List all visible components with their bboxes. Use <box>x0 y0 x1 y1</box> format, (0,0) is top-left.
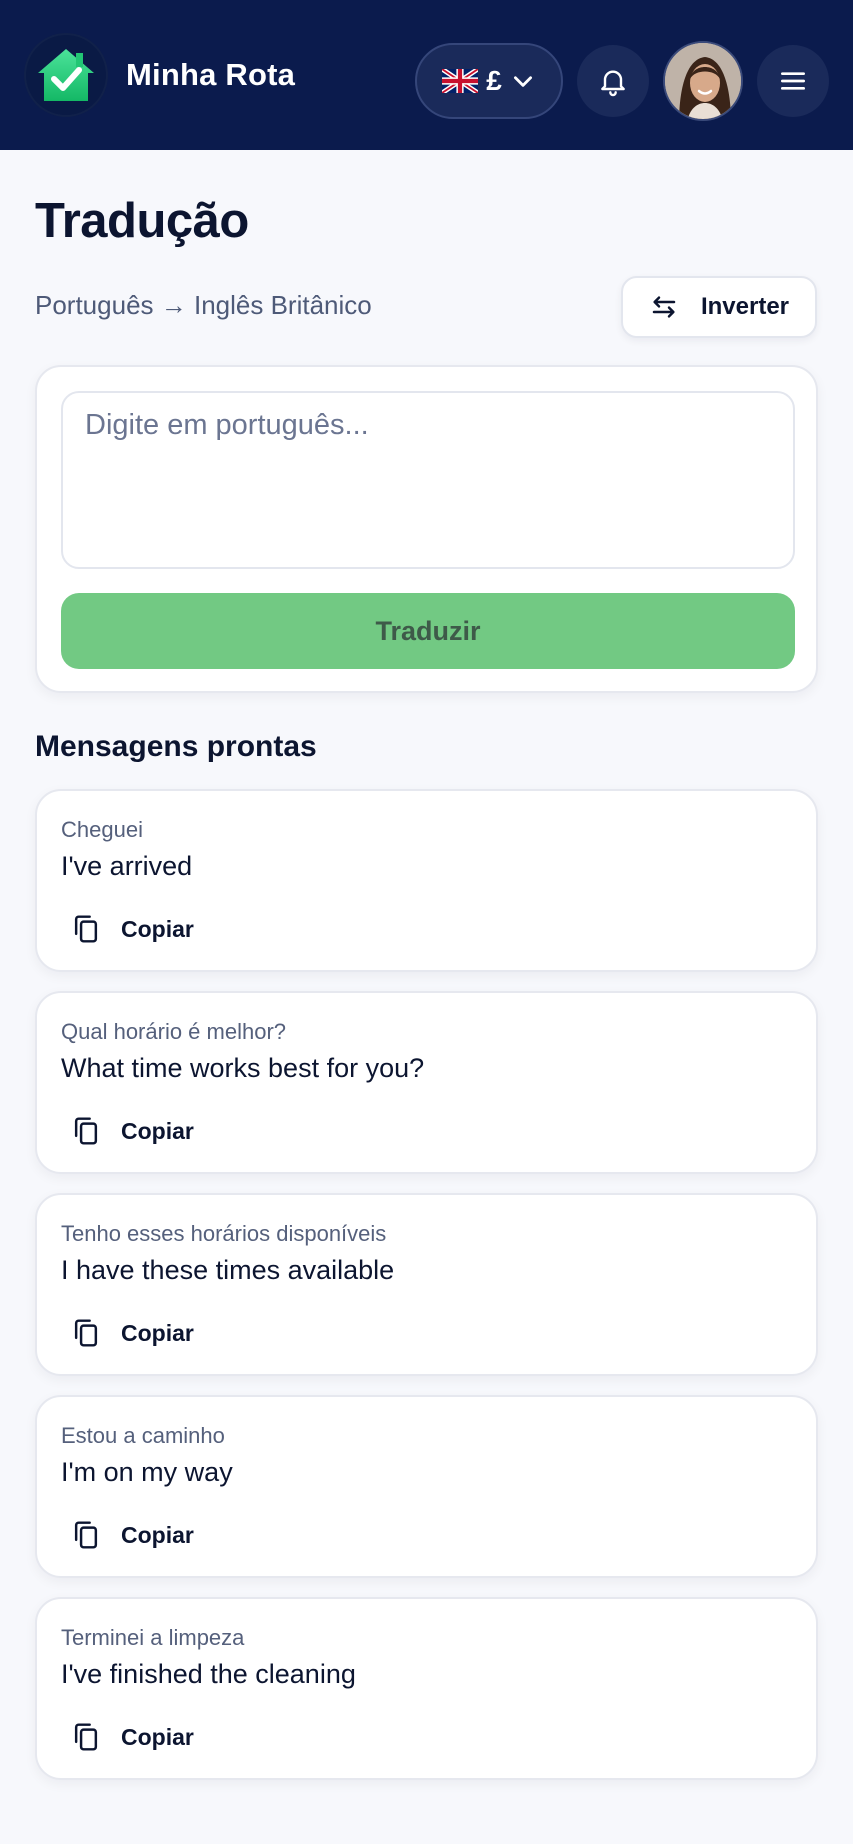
language-pair: Português → Inglês Britânico <box>35 290 372 320</box>
copy-icon <box>74 1521 98 1549</box>
copy-label: Copiar <box>121 915 194 942</box>
invert-button[interactable]: Inverter <box>621 276 817 338</box>
list-item: Estou a caminho I'm on my way Copiar <box>35 1395 818 1578</box>
message-english: I have these times available <box>61 1255 395 1285</box>
home-check-logo-icon <box>38 49 94 101</box>
avatar[interactable] <box>663 41 743 121</box>
currency-symbol: £ <box>486 65 502 96</box>
copy-button[interactable]: Copiar <box>71 1515 194 1555</box>
message-english: I've arrived <box>61 851 193 881</box>
portuguese-input[interactable] <box>61 391 795 569</box>
list-item: Terminei a limpeza I've finished the cle… <box>35 1597 818 1780</box>
copy-button[interactable]: Copiar <box>71 1111 194 1151</box>
copy-icon <box>74 1117 98 1145</box>
top-bar: Minha Rota £ <box>0 0 853 150</box>
message-portuguese: Terminei a limpeza <box>61 1625 245 1650</box>
copy-icon <box>74 1723 98 1751</box>
translate-card: Traduzir <box>35 365 818 693</box>
ready-messages-list: Cheguei I've arrived Copiar Qual horário… <box>35 789 818 1799</box>
chevron-down-icon <box>513 76 532 87</box>
copy-button[interactable]: Copiar <box>71 909 194 949</box>
menu-icon <box>781 72 805 90</box>
app-title: Minha Rota <box>126 57 296 92</box>
copy-label: Copiar <box>121 1319 194 1346</box>
list-item: Cheguei I've arrived Copiar <box>35 789 818 972</box>
page-title: Tradução <box>35 194 249 248</box>
copy-label: Copiar <box>121 1117 194 1144</box>
copy-icon <box>74 1319 98 1347</box>
menu-button[interactable] <box>757 45 829 117</box>
section-title-ready-messages: Mensagens prontas <box>35 730 317 763</box>
message-portuguese: Cheguei <box>61 817 143 842</box>
message-english: I'm on my way <box>61 1457 233 1487</box>
uk-flag-icon <box>442 69 479 93</box>
message-english: I've finished the cleaning <box>61 1659 356 1689</box>
currency-selector[interactable]: £ <box>415 43 563 119</box>
app-logo[interactable] <box>24 33 108 117</box>
copy-label: Copiar <box>121 1723 194 1750</box>
invert-label: Inverter <box>700 293 790 320</box>
notifications-button[interactable] <box>577 45 649 117</box>
list-item: Tenho esses horários disponíveis I have … <box>35 1193 818 1376</box>
list-item: Qual horário é melhor? What time works b… <box>35 991 818 1174</box>
copy-button[interactable]: Copiar <box>71 1717 194 1757</box>
translate-button[interactable]: Traduzir <box>61 593 795 669</box>
message-portuguese: Tenho esses horários disponíveis <box>61 1221 387 1246</box>
message-english: What time works best for you? <box>61 1053 425 1083</box>
bell-icon <box>601 70 625 97</box>
copy-label: Copiar <box>121 1521 194 1548</box>
user-photo <box>665 43 741 119</box>
swap-arrows-icon <box>652 296 676 318</box>
message-portuguese: Qual horário é melhor? <box>61 1019 287 1044</box>
copy-button[interactable]: Copiar <box>71 1313 194 1353</box>
message-portuguese: Estou a caminho <box>61 1423 225 1448</box>
copy-icon <box>74 915 98 943</box>
